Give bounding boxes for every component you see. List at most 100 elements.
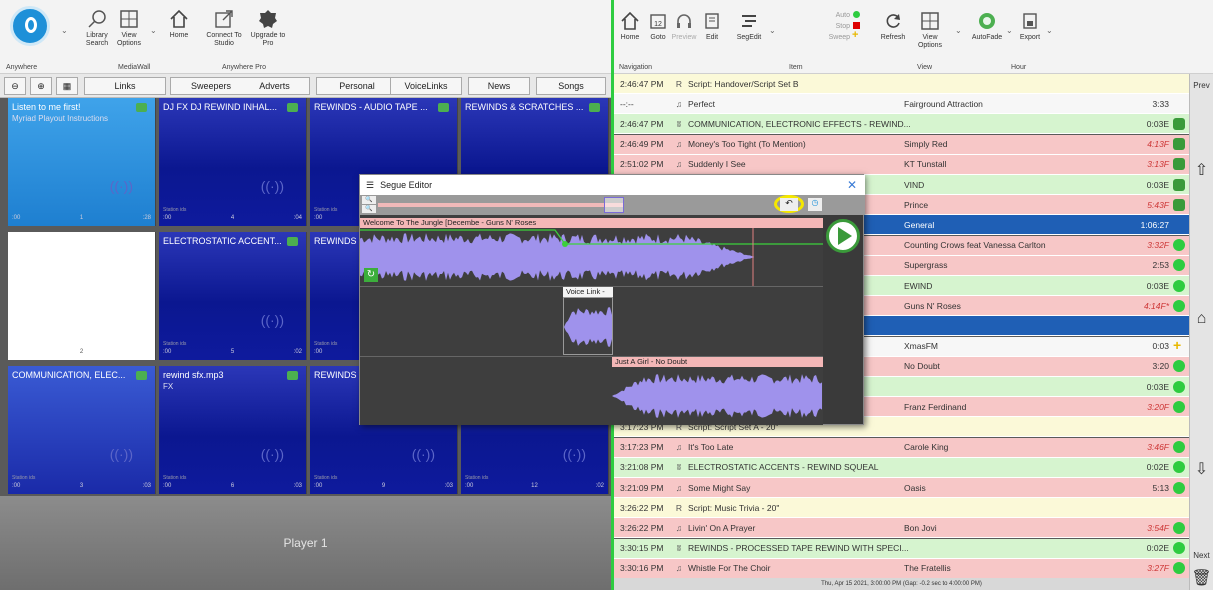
undo-button[interactable]: ↶	[780, 198, 798, 211]
export-icon	[1019, 10, 1041, 32]
goto-button[interactable]: 12 Goto	[645, 10, 671, 42]
chevron-down-icon[interactable]: ⌄	[1006, 26, 1013, 35]
autofade-button[interactable]: AutoFade	[969, 10, 1005, 42]
cart-tile[interactable]: Listen to me first! Myriad Playout Instru…	[8, 98, 156, 226]
calculator-button[interactable]: ▦	[56, 77, 78, 95]
back-button[interactable]: ⊖	[4, 77, 26, 95]
stop-toggle[interactable]: Stop	[818, 21, 850, 32]
tile-title: Listen to me first!	[12, 102, 81, 112]
log-home-button[interactable]: Home	[617, 10, 643, 42]
cart-tile[interactable]: COMMUNICATION, ELEC... ((·)) Station ids:0…	[8, 366, 156, 494]
prev-label: Prev	[1193, 80, 1210, 90]
tab-adverts[interactable]: Adverts	[240, 77, 310, 95]
log-row[interactable]: 3:30:15 PM ʬ REWINDS - PROCESSED TAPE REWI…	[614, 538, 1189, 559]
segedit-button[interactable]: SegEdit	[733, 10, 765, 42]
ready-status-icon	[1173, 259, 1185, 272]
log-home-side-button[interactable]: ⌂	[1189, 244, 1213, 394]
prev-button[interactable]: Prev	[1189, 74, 1213, 96]
loop-icon[interactable]: ↻	[364, 268, 378, 282]
play-button[interactable]	[826, 219, 860, 253]
log-row[interactable]: 3:17:23 PM ♫ It's Too Late Carole King 3:46F	[614, 437, 1189, 458]
forward-button[interactable]: ⊕	[30, 77, 52, 95]
tab-news[interactable]: News	[468, 77, 530, 95]
export-button[interactable]: Export	[1016, 10, 1044, 42]
app-logo-icon[interactable]	[10, 6, 50, 46]
overview-track	[378, 203, 623, 207]
log-row[interactable]: 2:46:47 PM ʬ COMMUNICATION, ELECTRONIC EFF…	[614, 114, 1189, 135]
cart-tile[interactable]: rewind sfx.mp3 FX ((·)) Station ids:00 6:03	[159, 366, 307, 494]
row-duration: 0:03E	[1146, 381, 1169, 392]
track-3-waveform[interactable]	[612, 367, 823, 425]
cart-tile[interactable]: ELECTROSTATIC ACCENT... ((·)) Station ids:…	[159, 232, 307, 360]
settings-button[interactable]: ◷	[808, 198, 822, 211]
scroll-up-button[interactable]: ⇧	[1189, 96, 1213, 244]
chevron-down-icon[interactable]: ⌄	[955, 26, 962, 35]
close-icon[interactable]: ✕	[847, 178, 857, 192]
chevron-down-icon[interactable]: ⌄	[769, 26, 776, 35]
row-artist: Supergrass	[904, 260, 948, 271]
tile-subtitle: Myriad Playout Instructions	[12, 114, 109, 123]
scroll-down-button[interactable]: ⇩	[1189, 394, 1213, 544]
log-row[interactable]: --:-- ♫ Perfect Fairground Attraction 3:33	[614, 94, 1189, 115]
row-artist: Bon Jovi	[904, 522, 937, 533]
log-row[interactable]: 2:46:49 PM ♫ Money's Too Tight (To Mention…	[614, 134, 1189, 155]
tile-category: Station ids	[314, 341, 338, 347]
edit-button[interactable]: Edit	[699, 10, 725, 42]
home-icon: ⌂	[1196, 310, 1207, 327]
cart-tile[interactable]: 2	[8, 232, 156, 360]
chevron-down-icon[interactable]: ⌄	[150, 26, 157, 35]
chevron-down-icon[interactable]: ⌄	[61, 26, 68, 35]
segue-overview-bar[interactable]: 🔍 🔍 ↶ ◷	[360, 195, 865, 215]
next-button[interactable]: Next	[1189, 544, 1213, 566]
row-time: 3:21:08 PM	[620, 462, 664, 473]
ready-status-icon	[1173, 481, 1185, 494]
row-artist: Oasis	[904, 482, 926, 493]
row-type-icon: ʬ	[676, 543, 682, 554]
trash-button[interactable]: 🗑	[1189, 566, 1213, 590]
zoom-in-button[interactable]: 🔍	[362, 196, 376, 204]
tab-songs[interactable]: Songs	[536, 77, 606, 95]
view-options-button[interactable]: View Options	[112, 8, 146, 48]
badge-icon	[257, 8, 279, 30]
tile-footer: :00 4:04	[163, 215, 302, 221]
home-button[interactable]: Home	[164, 8, 194, 40]
track-1-waveform[interactable]	[360, 228, 823, 286]
log-row[interactable]: 3:21:08 PM ʬ ELECTROSTATIC ACCENTS - REWIN…	[614, 457, 1189, 478]
player-1-panel[interactable]: Player 1	[0, 496, 611, 590]
cart-tile[interactable]: DJ FX DJ REWIND INHAL... ((·)) Station ids…	[159, 98, 307, 226]
connect-studio-button[interactable]: Connect To Studio	[204, 8, 244, 48]
log-view-options-button[interactable]: View Options	[913, 10, 947, 50]
tile-number: 3	[79, 483, 84, 489]
log-row[interactable]: 3:21:09 PM ♫ Some Might Say Oasis 5:13	[614, 478, 1189, 498]
upgrade-button[interactable]: Upgrade to Pro	[248, 8, 288, 48]
library-search-button[interactable]: Library Search	[80, 8, 114, 48]
tile-category: Station ids	[12, 475, 36, 481]
tab-personal[interactable]: Personal	[316, 77, 398, 95]
broadcast-icon: ((·))	[411, 446, 435, 462]
tile-start: :00	[163, 215, 172, 221]
log-row[interactable]: 3:26:22 PM ♫ Livin' On A Prayer Bon Jovi 3:5…	[614, 518, 1189, 539]
row-time: 3:30:16 PM	[620, 563, 664, 574]
check-status-icon	[1173, 117, 1185, 130]
auto-toggle[interactable]: Auto	[818, 10, 850, 21]
log-row[interactable]: 3:26:22 PM R Script: Music Trivia - 20"	[614, 498, 1189, 519]
broadcast-icon: ((·))	[562, 446, 586, 462]
log-row[interactable]: 3:30:16 PM ♫ Whistle For The Choir The Frat…	[614, 558, 1189, 579]
group-label-view: View	[917, 64, 933, 71]
preview-button[interactable]: Preview	[671, 10, 697, 42]
segue-editor-titlebar[interactable]: ☰ Segue Editor ✕	[360, 175, 865, 195]
row-duration: 3:54F	[1147, 522, 1169, 533]
voice-link-waveform[interactable]	[563, 297, 613, 355]
chevron-down-icon[interactable]: ⌄	[1046, 26, 1053, 35]
row-title: ELECTROSTATIC ACCENTS - REWIND SQUEAL	[688, 462, 879, 473]
log-row[interactable]: 2:51:02 PM ♫ Suddenly I See KT Tunstall 3:13…	[614, 154, 1189, 175]
auto-status-icon	[853, 11, 860, 18]
row-type-icon: R	[675, 78, 683, 89]
log-row[interactable]: 2:46:47 PM R Script: Handover/Script Set B	[614, 74, 1189, 94]
zoom-out-button[interactable]: 🔍	[362, 205, 376, 213]
refresh-button[interactable]: Refresh	[879, 10, 907, 42]
tab-voicelinks[interactable]: VoiceLinks	[390, 77, 462, 95]
sweep-toggle[interactable]: Sweep	[818, 32, 850, 43]
overview-window-handle[interactable]	[604, 197, 624, 213]
tab-links[interactable]: Links	[84, 77, 166, 95]
